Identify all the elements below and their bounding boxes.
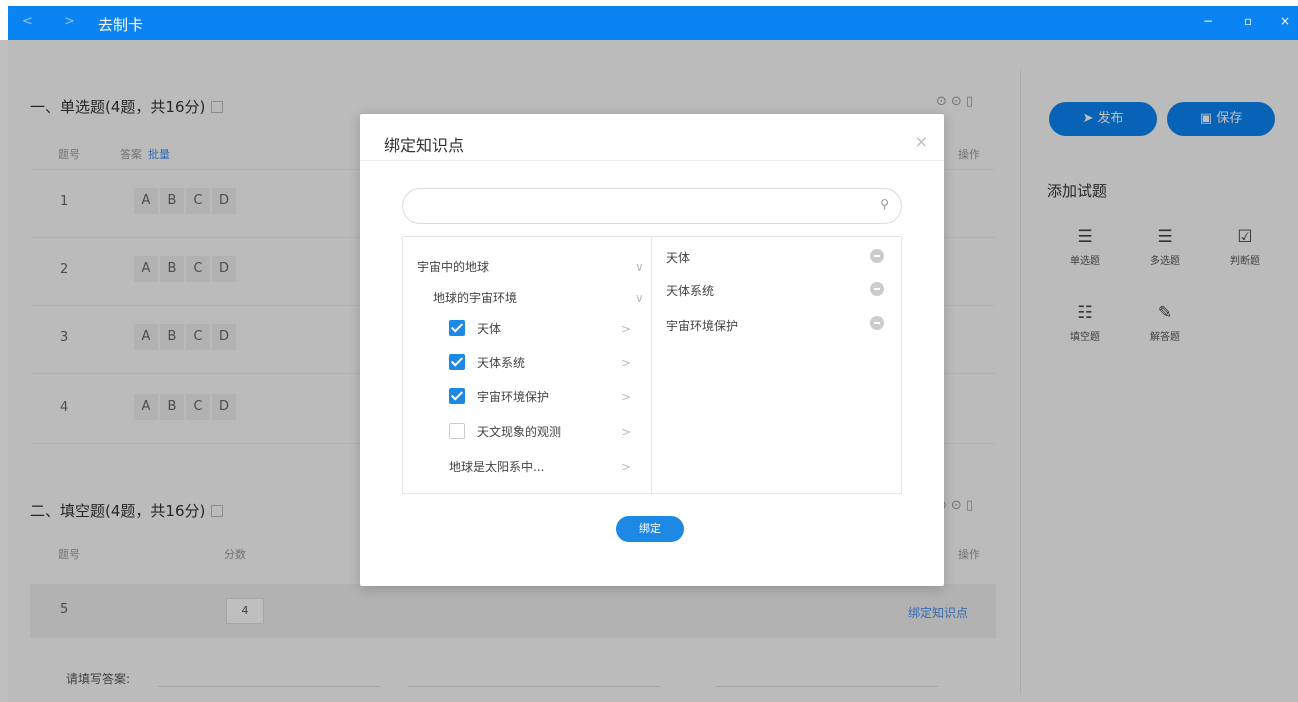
chevron-right-icon[interactable]: > xyxy=(621,387,631,407)
forward-button[interactable]: > xyxy=(64,14,75,29)
search-input[interactable] xyxy=(419,197,859,215)
tree-node-label: 宇宙中的地球 xyxy=(417,260,490,274)
chevron-right-icon[interactable]: > xyxy=(621,422,631,442)
selected-knowledge-list: 天体 天体系统 宇宙环境保护 xyxy=(652,236,902,494)
bind-knowledge-dialog: 绑定知识点 × ⚲ 宇宙中的地球 ∨ 地球的宇宙环境 ∨ 天体 > 天体系统 >… xyxy=(360,114,944,586)
checkbox-checked[interactable] xyxy=(449,354,465,370)
selected-item: 天体系统 xyxy=(666,284,715,298)
checkbox-checked[interactable] xyxy=(449,320,465,336)
chevron-down-icon[interactable]: ∨ xyxy=(635,288,644,308)
tree-node-label: 地球的宇宙环境 xyxy=(433,291,518,305)
bind-button[interactable]: 绑定 xyxy=(616,516,684,542)
tree-node-earth-in-universe[interactable]: 宇宙中的地球 ∨ xyxy=(417,257,647,277)
checkbox-checked[interactable] xyxy=(449,388,465,404)
remove-icon[interactable] xyxy=(870,249,884,263)
selected-item: 宇宙环境保护 xyxy=(666,319,739,333)
back-button[interactable]: < xyxy=(22,14,33,29)
search-icon[interactable]: ⚲ xyxy=(880,197,889,211)
chevron-right-icon[interactable]: > xyxy=(621,319,631,339)
tree-node-earth-in-solar-system[interactable]: 地球是太阳系中... > xyxy=(449,457,647,477)
chevron-right-icon[interactable]: > xyxy=(621,353,631,373)
minimize-button[interactable]: − xyxy=(1203,14,1213,28)
maximize-button[interactable]: ▫ xyxy=(1244,14,1252,28)
close-icon[interactable]: × xyxy=(915,132,928,151)
knowledge-tree: 宇宙中的地球 ∨ 地球的宇宙环境 ∨ 天体 > 天体系统 > 宇宙环境保护 > … xyxy=(402,236,652,494)
remove-icon[interactable] xyxy=(870,316,884,330)
remove-icon[interactable] xyxy=(870,282,884,296)
tree-node-label: 宇宙环境保护 xyxy=(477,390,550,404)
tree-node-celestial-body[interactable]: 天体 > xyxy=(449,319,647,339)
search-field[interactable]: ⚲ xyxy=(402,188,902,224)
tree-node-label: 天文现象的观测 xyxy=(477,425,562,439)
close-window-button[interactable]: × xyxy=(1280,14,1290,28)
selected-item: 天体 xyxy=(666,251,691,265)
tree-node-cosmic-environment[interactable]: 地球的宇宙环境 ∨ xyxy=(433,288,647,308)
window-title: 去制卡 xyxy=(98,16,144,34)
checkbox-unchecked[interactable] xyxy=(449,423,465,439)
chevron-down-icon[interactable]: ∨ xyxy=(635,257,644,277)
tree-node-astronomy-observation[interactable]: 天文现象的观测 > xyxy=(449,422,647,442)
tree-node-environment-protection[interactable]: 宇宙环境保护 > xyxy=(449,387,647,407)
dialog-title: 绑定知识点 xyxy=(384,136,465,155)
title-bar: < > 去制卡 − ▫ × xyxy=(8,6,1298,40)
tree-node-label: 天体系统 xyxy=(477,356,526,370)
divider xyxy=(360,160,944,161)
tree-node-label: 地球是太阳系中... xyxy=(449,460,545,474)
chevron-right-icon[interactable]: > xyxy=(621,457,631,477)
tree-node-celestial-system[interactable]: 天体系统 > xyxy=(449,353,647,373)
tree-node-label: 天体 xyxy=(477,322,502,336)
